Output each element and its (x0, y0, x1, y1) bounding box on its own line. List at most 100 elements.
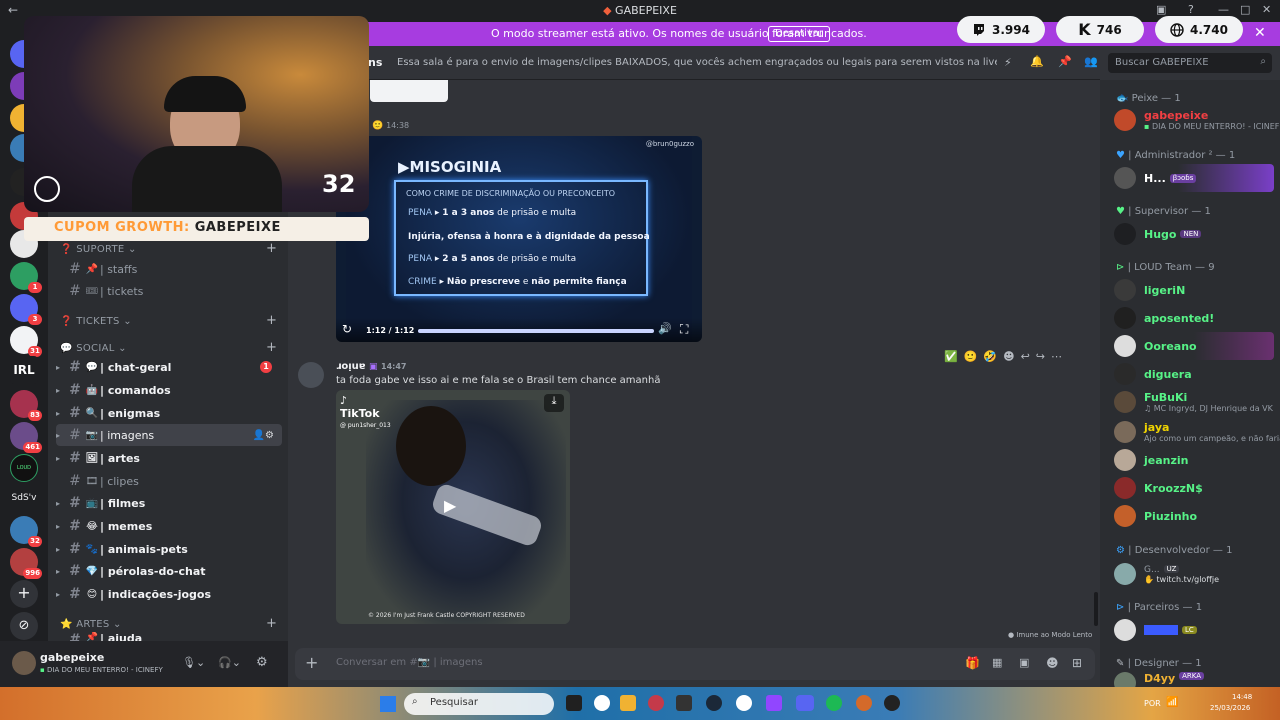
server-icon[interactable]: 461 (10, 422, 42, 453)
channel-enigmas[interactable]: ▸ # 🔍 | enigmas (56, 402, 282, 424)
member-item[interactable]: H... ꞵɔoɓs (1114, 164, 1274, 192)
spotify-icon[interactable] (826, 695, 842, 711)
search-input[interactable]: Buscar GABEPEIXE ⌕ (1108, 53, 1272, 73)
member-item[interactable]: LC (1114, 616, 1274, 644)
bell-icon[interactable]: 🔔 (1030, 55, 1044, 68)
server-icon[interactable]: 996 (10, 548, 42, 579)
channel-topic[interactable]: Essa sala é para o envio de imagens/clip… (397, 57, 997, 68)
reply-icon[interactable]: ↩ (1021, 350, 1036, 363)
language-indicator[interactable]: POR (1144, 699, 1161, 708)
member-item[interactable]: G... UZ ✋ twitch.tv/gloffje (1114, 560, 1274, 588)
channel-chat-geral[interactable]: ▸ # 💬 | chat-geral 1 (56, 356, 282, 378)
channel-artes[interactable]: ▸ # 🖼 | artes (56, 447, 282, 469)
add-channel-icon[interactable]: + (266, 241, 277, 256)
member-item[interactable]: Ooreano (1114, 332, 1274, 360)
window-close-icon[interactable]: ✕ (1262, 3, 1271, 16)
app-icon[interactable] (736, 695, 752, 711)
replay-icon[interactable]: ↻ (342, 322, 352, 336)
help-icon[interactable]: ? (1188, 3, 1194, 16)
clock-date[interactable]: 25/03/2026 (1210, 704, 1250, 712)
volume-icon[interactable]: 🔊 (658, 322, 672, 335)
gif-icon[interactable]: ▦ (992, 656, 1002, 669)
gear-icon[interactable]: ⚙ (256, 655, 268, 670)
category-tickets[interactable]: ❓ TICKETS ⌄ + (60, 313, 277, 328)
channel-staffs[interactable]: # 📌 | staffs (56, 258, 282, 280)
channel-imagens[interactable]: ▸ # 📷 | imagens 👤⚙ (56, 424, 282, 446)
reaction-icon[interactable]: 🙂 (964, 350, 984, 363)
app-icon[interactable] (620, 695, 636, 711)
channel-clipes[interactable]: # 🎞 | clipes (56, 470, 282, 492)
close-icon[interactable]: ✕ (1254, 25, 1266, 41)
category-artes[interactable]: ⭐ ARTES ⌄ + (60, 616, 277, 631)
channel-memes[interactable]: ▸ # 😂 | memes (56, 515, 282, 537)
member-item[interactable]: aposented! (1114, 304, 1274, 332)
member-item[interactable]: Hugo NEN (1114, 220, 1274, 248)
channel-indicacoes-jogos[interactable]: ▸ # 😊 | indicações-jogos (56, 583, 282, 605)
windows-start-icon[interactable] (380, 696, 396, 712)
member-item[interactable]: jeanzin (1114, 446, 1274, 474)
headphones-icon[interactable]: 🎧⌄ (218, 656, 241, 669)
video-progress-bar[interactable] (418, 329, 654, 333)
previous-image-attachment[interactable] (370, 80, 448, 102)
fullscreen-icon[interactable]: ⛶ (680, 322, 688, 337)
message-input[interactable]: Conversar em #📷 | imagens (336, 657, 483, 668)
video-attachment[interactable]: @brun0guzzo ▶MISOGINIA COMO CRIME DE DIS… (336, 136, 702, 342)
maximize-icon[interactable]: □ (1240, 3, 1250, 16)
task-view-icon[interactable] (566, 695, 582, 711)
discover-icon[interactable]: ⊘ (10, 612, 38, 640)
avatar[interactable] (12, 651, 36, 675)
add-channel-icon[interactable]: + (266, 313, 277, 328)
server-icon[interactable]: 3 (10, 294, 42, 325)
server-icon[interactable]: 32 (10, 516, 42, 547)
gift-icon[interactable]: 🎁 (965, 656, 980, 670)
member-item[interactable]: Piuzinho (1114, 502, 1274, 530)
sticker-icon[interactable]: ▣ (1019, 656, 1029, 669)
server-sds[interactable]: SdS'v (6, 484, 42, 512)
server-icon[interactable]: 83 (10, 390, 42, 421)
message-author[interactable]: ɹoᴉuɐ ▣ 14:47 (336, 361, 407, 372)
member-item[interactable]: jaya Ajo como um campeão, e não faria... (1114, 418, 1280, 446)
app-icon[interactable] (856, 695, 872, 711)
members-icon[interactable]: 👥 (1084, 55, 1098, 68)
member-item[interactable]: FuBuKi ♫ MC Ingryd, DJ Henrique da VK (1114, 388, 1274, 416)
server-icon[interactable]: 1 (10, 262, 42, 293)
app-icon[interactable] (676, 695, 692, 711)
server-loud[interactable]: LOUD (10, 454, 38, 482)
attach-icon[interactable]: + (305, 653, 318, 672)
add-channel-icon[interactable]: + (266, 340, 277, 355)
member-item[interactable]: D4yy ARKA (1114, 672, 1274, 687)
add-channel-icon[interactable]: + (266, 616, 277, 631)
add-reaction-icon[interactable]: ☻ (1003, 350, 1020, 363)
more-icon[interactable]: ⋯ (1051, 350, 1068, 363)
forward-icon[interactable]: ↪ (1036, 350, 1051, 363)
channel-filmes[interactable]: ▸ # 📺 | filmes (56, 492, 282, 514)
add-server-icon[interactable]: + (10, 580, 38, 608)
scrollbar[interactable] (1094, 592, 1098, 626)
avatar[interactable] (298, 362, 324, 388)
channel-perolas-do-chat[interactable]: ▸ # 💎 | pérolas-do-chat (56, 560, 282, 582)
app-icon[interactable] (594, 695, 610, 711)
app-icon[interactable] (648, 695, 664, 711)
clock-time[interactable]: 14:48 (1232, 693, 1252, 701)
member-item[interactable]: gabepeixe ▪ DIA DO MEU ENTERRO! - ICINEF (1114, 106, 1279, 134)
inbox-icon[interactable]: ▣ (1156, 3, 1166, 16)
steam-icon[interactable] (706, 695, 722, 711)
check-reaction-icon[interactable]: ✅ (944, 350, 964, 363)
channel-animais-pets[interactable]: ▸ # 🐾 | animais-pets (56, 538, 282, 560)
network-icon[interactable]: 📶 (1166, 697, 1178, 708)
disable-streamer-button[interactable]: Desativar (768, 26, 831, 42)
video-attachment[interactable]: ♪ TikTok @ pun1sher_013 ⤓ ▶ © 2026 I'm Ju… (336, 390, 570, 624)
reaction-icon[interactable]: 🤣 (983, 350, 1003, 363)
apps-icon[interactable]: ⊞ (1072, 656, 1082, 670)
app-icon[interactable] (766, 695, 782, 711)
settings-icon[interactable]: 👤⚙ (253, 430, 274, 441)
threads-icon[interactable]: ⚡ (1004, 56, 1012, 69)
member-item[interactable]: diguera (1114, 360, 1274, 388)
channel-ajuda[interactable]: # 📌 | ajuda (56, 632, 282, 641)
channel-comandos[interactable]: ▸ # 🤖 | comandos (56, 379, 282, 401)
category-suporte[interactable]: ❓ SUPORTE ⌄ + (60, 241, 277, 256)
obs-icon[interactable] (884, 695, 900, 711)
pin-icon[interactable]: 📌 (1058, 55, 1072, 68)
member-item[interactable]: ligeriN (1114, 276, 1274, 304)
category-social[interactable]: 💬 SOCIAL ⌄ + (60, 340, 277, 355)
